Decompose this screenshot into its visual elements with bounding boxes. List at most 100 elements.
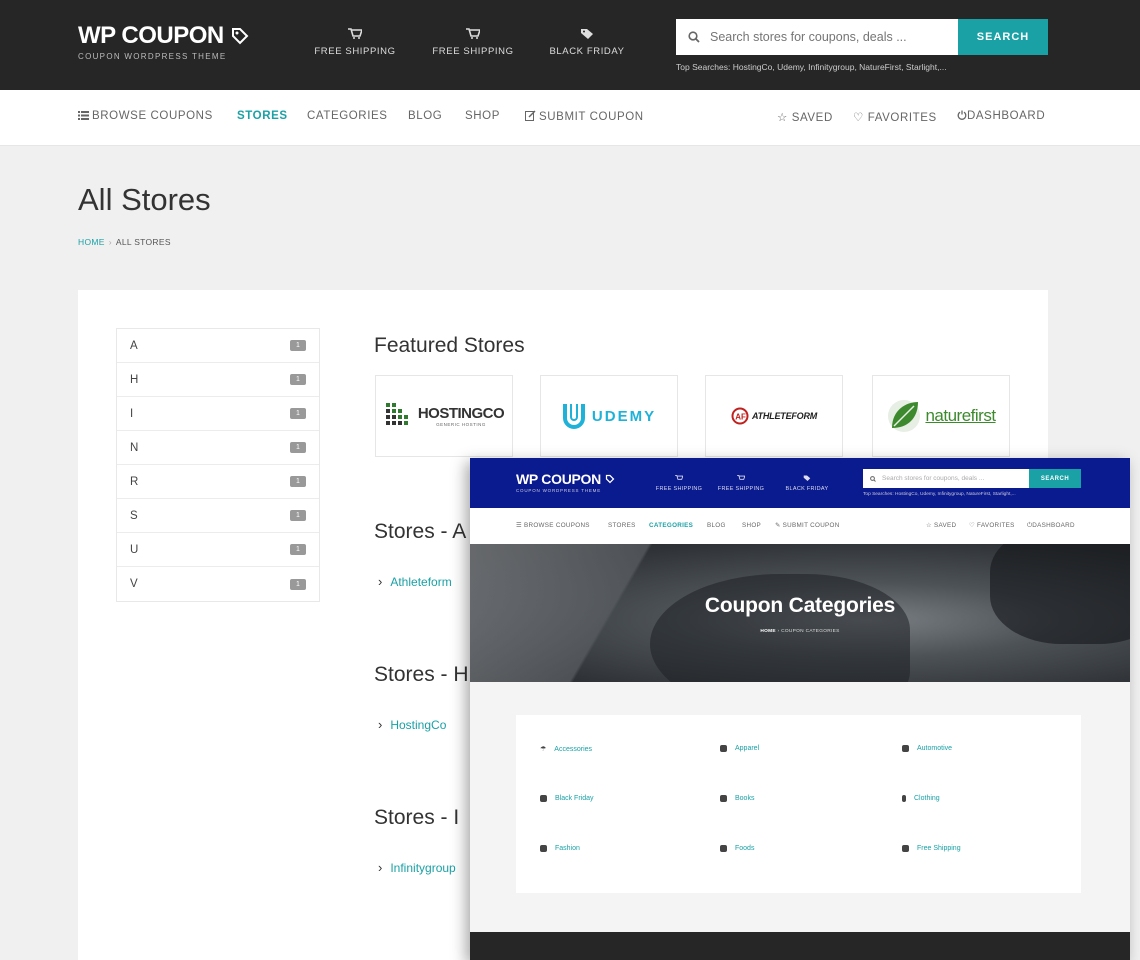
naturefirst-wordmark: naturefirst [925, 406, 996, 425]
letter-label: H [130, 373, 139, 386]
logo-title: WP COUPON [78, 22, 224, 49]
store-card-naturefirst[interactable]: naturefirst [872, 375, 1010, 457]
letter-label: N [130, 441, 139, 454]
preview-footer [470, 932, 1130, 960]
store-link-label: Infinitygroup [390, 861, 456, 875]
breadcrumb: HOME › ALL STORES [78, 237, 171, 247]
letter-item[interactable]: A1 [117, 329, 319, 363]
letter-label: U [130, 543, 139, 556]
search-input[interactable] [710, 30, 940, 44]
letter-count-badge: 1 [290, 544, 306, 555]
megaphone-icon [540, 845, 547, 852]
category-item: Black Friday [540, 795, 594, 802]
truck-icon [902, 845, 909, 852]
search-button[interactable]: SEARCH [958, 19, 1048, 55]
preview-quick-link-label: FREE SHIPPING [717, 486, 765, 492]
search-area: SEARCH Top Searches: HostingCo, Udemy, I… [676, 19, 1048, 72]
nav-label: BROWSE COUPONS [92, 110, 213, 122]
letter-item[interactable]: R1 [117, 465, 319, 499]
letter-count-badge: 1 [290, 408, 306, 419]
athleteform-wordmark: ATHLETEFORM [751, 411, 818, 421]
preview-nav-submit: ✎ SUBMIT COUPON [775, 522, 840, 529]
featured-stores-title: Featured Stores [374, 334, 525, 357]
site-logo[interactable]: WP COUPON COUPON WORDPRESS THEME [78, 22, 250, 61]
main-nav: BROWSE COUPONS STORES CATEGORIES BLOG SH… [0, 90, 1140, 146]
search-field[interactable] [676, 19, 958, 55]
nav-categories[interactable]: CATEGORIES [307, 110, 388, 122]
store-link[interactable]: › HostingCo [378, 717, 446, 732]
preview-quick-link: FREE SHIPPING [644, 475, 714, 492]
hostingco-tagline: GENERIC HOSTING [436, 422, 486, 427]
nav-browse-coupons[interactable]: BROWSE COUPONS [78, 110, 213, 122]
quick-link-black-friday[interactable]: BLACK FRIDAY [532, 28, 642, 57]
store-link[interactable]: › Athleteform [378, 574, 452, 589]
book-icon [720, 795, 727, 802]
preview-nav-label: DASHBOARD [1032, 522, 1075, 529]
preview-crumb-current: COUPON CATEGORIES [781, 629, 840, 634]
nav-favorites[interactable]: ♡ FAVORITES [853, 110, 937, 124]
udemy-wordmark: UDEMY [591, 407, 657, 425]
preview-nav-categories: CATEGORIES [649, 522, 694, 529]
nav-label: DASHBOARD [967, 110, 1046, 122]
preview-logo: WP COUPON COUPON WORDPRESS THEME [516, 471, 615, 493]
quick-link-label: FREE SHIPPING [314, 46, 396, 57]
preview-logo-subtitle: COUPON WORDPRESS THEME [516, 488, 602, 493]
quick-link-free-shipping-2[interactable]: FREE SHIPPING [418, 28, 528, 57]
letter-item[interactable]: N1 [117, 431, 319, 465]
tag-icon [231, 28, 249, 45]
store-card-hostingco[interactable]: HOSTINGCO GENERIC HOSTING [375, 375, 513, 457]
power-icon [957, 110, 967, 120]
store-link-label: HostingCo [390, 718, 447, 732]
preview-quick-link: BLACK FRIDAY [772, 475, 842, 492]
preview-categories-grid: ☂ Accessories Apparel Automotive Black Fr… [516, 715, 1081, 893]
store-card-udemy[interactable]: UDEMY [540, 375, 678, 457]
heart-icon: ♡ [853, 112, 864, 124]
nav-shop[interactable]: SHOP [465, 110, 500, 122]
nav-label: SAVED [791, 112, 833, 124]
hostingco-wordmark: HOSTINGCO [417, 405, 505, 422]
letter-item[interactable]: H1 [117, 363, 319, 397]
preview-header: WP COUPON COUPON WORDPRESS THEME FREE SH… [470, 458, 1130, 508]
category-label: Accessories [554, 745, 593, 753]
store-card-athleteform[interactable]: AF ATHLETEFORM [705, 375, 843, 457]
nav-saved[interactable]: ☆ SAVED [777, 110, 833, 124]
category-item: Free Shipping [902, 845, 961, 852]
letter-item[interactable]: S1 [117, 499, 319, 533]
quick-link-free-shipping[interactable]: FREE SHIPPING [300, 28, 410, 57]
nav-blog[interactable]: BLOG [408, 110, 442, 122]
category-label: Fashion [555, 845, 580, 852]
letter-item[interactable]: U1 [117, 533, 319, 567]
category-item: Fashion [540, 845, 580, 852]
breadcrumb-separator: › [108, 237, 112, 247]
nav-dashboard[interactable]: DASHBOARD [957, 110, 1045, 122]
category-label: Books [735, 795, 755, 802]
search-icon [870, 475, 876, 482]
star-icon: ☆ [777, 112, 788, 124]
cart-icon [675, 475, 683, 480]
tag-icon [605, 474, 614, 484]
preview-nav-saved: ☆ SAVED [926, 522, 956, 529]
page-title: All Stores [78, 182, 211, 217]
letter-item[interactable]: V1 [117, 567, 319, 601]
letter-item[interactable]: I1 [117, 397, 319, 431]
preview-top-searches: Top Searches: HostingCo, Udemy, Infinity… [863, 492, 1016, 497]
preview-logo-title: WP COUPON [516, 471, 601, 487]
breadcrumb-current: ALL STORES [115, 237, 171, 247]
preview-nav-browse: ☰ BROWSE COUPONS [516, 522, 590, 529]
letter-count-badge: 1 [290, 476, 306, 487]
nav-stores[interactable]: STORES [237, 110, 288, 122]
store-link-label: Athleteform [390, 575, 452, 589]
naturefirst-leaf-icon [888, 400, 921, 432]
list-icon [78, 111, 89, 120]
preview-search-button: SEARCH [1029, 469, 1081, 488]
nav-label: FAVORITES [867, 112, 937, 124]
preview-nav-stores: STORES [608, 522, 636, 529]
store-link[interactable]: › Infinitygroup [378, 860, 456, 875]
svg-text:AF: AF [735, 413, 746, 422]
top-searches-links[interactable]: HostingCo, Udemy, Infinitygroup, NatureF… [733, 62, 947, 72]
nav-submit-coupon[interactable]: SUBMIT COUPON [525, 110, 644, 123]
preview-nav-label: BROWSE COUPONS [524, 522, 590, 529]
stores-section-title: Stores - A [374, 520, 467, 543]
breadcrumb-home[interactable]: HOME [78, 237, 105, 247]
chevron-right-icon: › [378, 860, 383, 875]
